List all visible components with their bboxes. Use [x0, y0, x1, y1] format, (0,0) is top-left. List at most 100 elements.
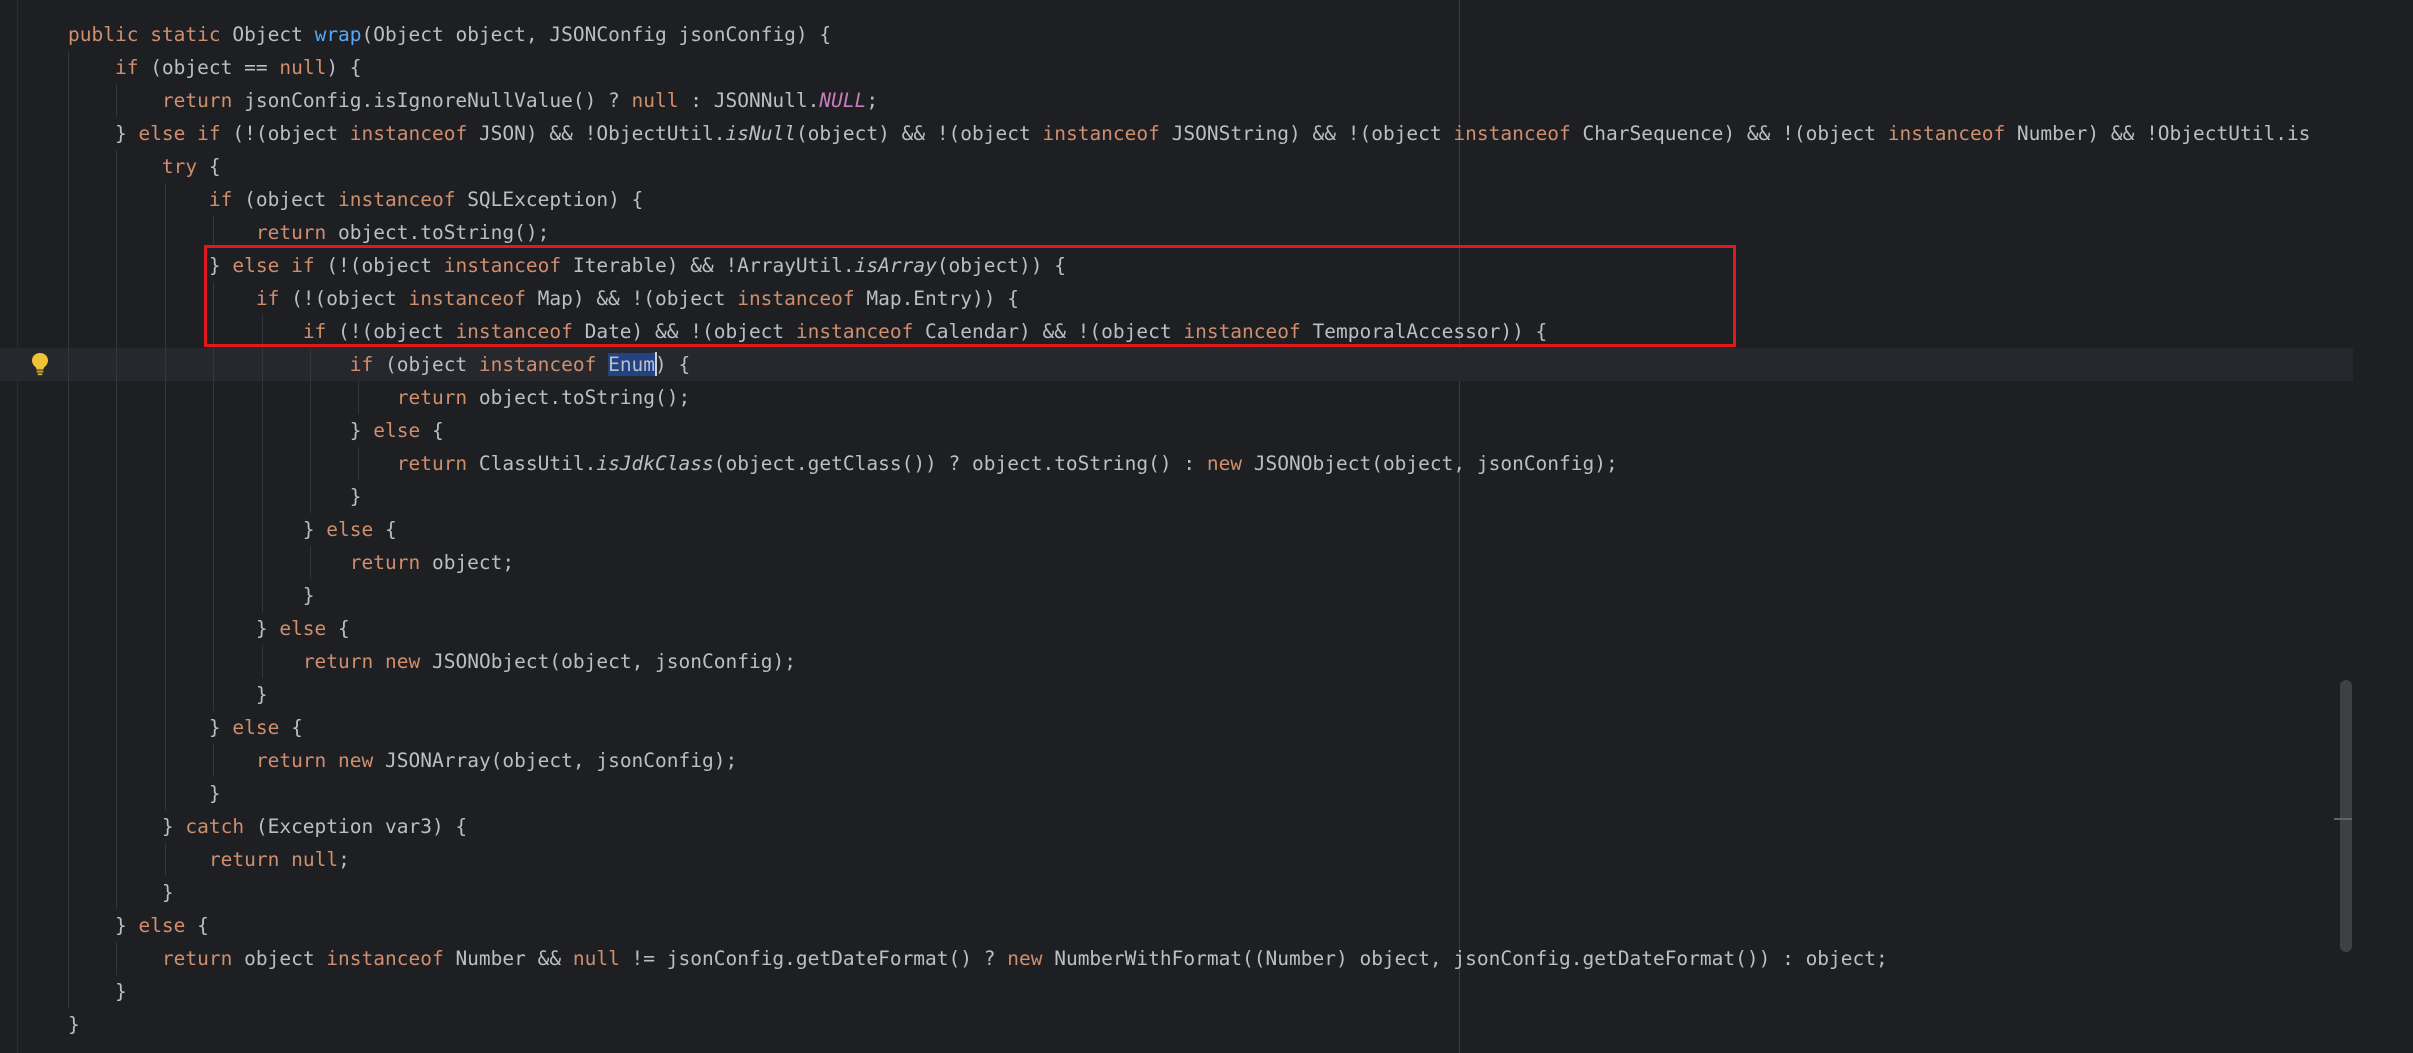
indent-guide — [213, 513, 215, 546]
code-line[interactable]: } — [0, 579, 2353, 612]
code-token: } — [68, 1013, 80, 1036]
indent-guide — [116, 777, 118, 810]
indent-guide — [310, 348, 311, 381]
code-token: else — [138, 914, 186, 937]
code-token: { — [420, 419, 444, 442]
code-line[interactable]: return jsonConfig.isIgnoreNullValue() ? … — [0, 84, 2353, 117]
code-token: != jsonConfig.getDateFormat() ? — [619, 947, 1008, 970]
indent-guide — [213, 447, 215, 480]
indent-guide — [261, 348, 263, 381]
vertical-scrollbar-thumb[interactable] — [2340, 680, 2352, 952]
code-token: if — [114, 56, 139, 79]
code-token: JSON) && !ObjectUtil. — [467, 122, 726, 145]
vertical-scrollbar-track[interactable] — [2353, 0, 2413, 1053]
code-token: null — [572, 947, 620, 970]
code-token: } — [68, 914, 139, 937]
indent-guide — [213, 381, 215, 414]
code-line[interactable]: public static Object wrap(Object object,… — [0, 18, 2353, 51]
code-line[interactable]: } else { — [0, 414, 2353, 447]
indent-guide — [164, 249, 166, 282]
code-line[interactable]: } catch (Exception var3) { — [0, 810, 2353, 843]
indent-guide — [164, 447, 166, 480]
indent-guide — [310, 414, 311, 447]
indent-guide — [164, 348, 166, 381]
indent-guide — [68, 348, 69, 381]
indent-guide — [68, 480, 69, 513]
indent-guide — [68, 777, 69, 810]
code-line[interactable]: } — [0, 876, 2353, 909]
indent-guide — [164, 282, 166, 315]
code-line[interactable]: return object; — [0, 546, 2353, 579]
indent-guide — [116, 810, 118, 843]
code-line[interactable]: } — [0, 480, 2353, 513]
code-line[interactable]: } — [0, 1008, 2353, 1041]
code-token: new — [385, 650, 421, 673]
code-line[interactable]: } — [0, 777, 2353, 810]
indent-guide — [164, 645, 166, 678]
indent-guide — [68, 975, 69, 1008]
indent-guide — [310, 480, 311, 513]
indent-guide — [116, 579, 118, 612]
indent-guide — [261, 414, 263, 447]
code-token: public — [68, 23, 139, 46]
indent-guide — [68, 414, 69, 447]
indent-guide — [164, 480, 166, 513]
code-token: object.toString(); — [467, 386, 691, 409]
indent-guide — [68, 216, 69, 249]
code-line[interactable]: return null; — [0, 843, 2353, 876]
code-line[interactable]: } — [0, 678, 2353, 711]
code-token: (Exception var3) { — [244, 815, 468, 838]
code-line[interactable]: } else { — [0, 513, 2353, 546]
code-editor[interactable]: public static Object wrap(Object object,… — [0, 0, 2413, 1053]
code-token: JSONArray(object, jsonConfig); — [373, 749, 738, 772]
code-token: catch — [185, 815, 245, 838]
code-line[interactable]: try { — [0, 150, 2353, 183]
code-line[interactable]: if (object instanceof SQLException) { — [0, 183, 2353, 216]
code-token: (Object object, JSONConfig jsonConfig) { — [361, 23, 832, 46]
code-token: if — [349, 353, 374, 376]
code-token: Enum — [608, 353, 656, 376]
indent-guide — [116, 282, 118, 315]
indent-guide — [213, 480, 215, 513]
code-line[interactable]: return object.toString(); — [0, 381, 2353, 414]
code-token: instanceof — [349, 122, 468, 145]
lightbulb-icon[interactable] — [28, 351, 52, 377]
code-token: return — [396, 386, 468, 409]
code-line[interactable]: } else { — [0, 909, 2353, 942]
indent-guide — [116, 216, 118, 249]
code-token: object; — [420, 551, 515, 574]
indent-guide — [310, 546, 311, 579]
code-line[interactable]: } else if (!(object instanceof JSON) && … — [0, 117, 2353, 150]
code-token: (object — [373, 353, 479, 376]
code-token: } — [68, 782, 221, 805]
code-line[interactable]: return ClassUtil.isJdkClass(object.getCl… — [0, 447, 2353, 480]
code-token: return — [255, 221, 327, 244]
code-token: return — [161, 89, 233, 112]
code-line[interactable]: } — [0, 975, 2353, 1008]
indent-guide — [116, 645, 118, 678]
code-line[interactable]: return new JSONObject(object, jsonConfig… — [0, 645, 2353, 678]
indent-guide — [261, 579, 263, 612]
code-token: { — [197, 155, 221, 178]
code-line[interactable]: } else { — [0, 612, 2353, 645]
code-token: } — [68, 518, 327, 541]
code-line[interactable]: if (object == null) { — [0, 51, 2353, 84]
code-area[interactable]: public static Object wrap(Object object,… — [0, 18, 2353, 1041]
code-line[interactable]: if (object instanceof Enum) { — [0, 348, 2353, 381]
indent-guide — [68, 183, 69, 216]
code-line[interactable]: return new JSONArray(object, jsonConfig)… — [0, 744, 2353, 777]
indent-guide — [116, 744, 118, 777]
indent-guide — [68, 645, 69, 678]
code-line[interactable]: } else { — [0, 711, 2353, 744]
code-token: null — [291, 848, 339, 871]
indent-guide — [116, 183, 118, 216]
indent-guide — [164, 381, 166, 414]
code-line[interactable]: return object instanceof Number && null … — [0, 942, 2353, 975]
indent-guide — [164, 678, 166, 711]
code-token: wrap — [314, 23, 362, 46]
